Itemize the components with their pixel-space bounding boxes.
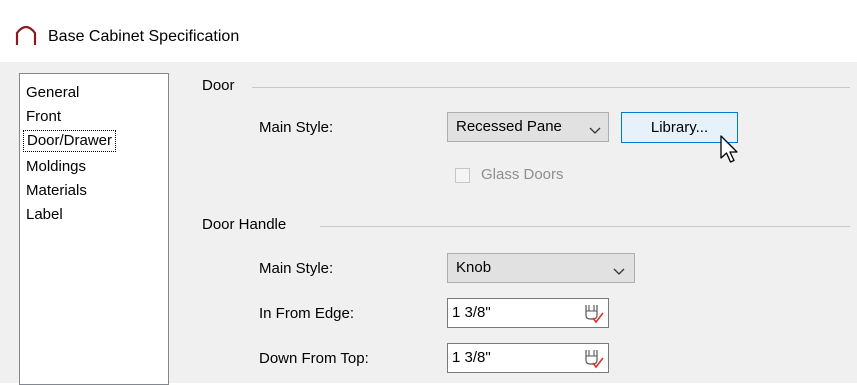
edit-value-icon[interactable] [582,347,604,373]
door-main-style-label: Main Style: [259,119,334,136]
door-main-style-dropdown[interactable]: Recessed Pane [447,112,609,142]
mouse-cursor-icon [719,134,741,170]
nav-item-label[interactable]: Label [23,204,66,226]
nav-item-materials[interactable]: Materials [23,180,90,202]
down-from-top-value: 1 3/8" [452,349,491,366]
door-handle-group-divider [320,226,850,227]
in-from-edge-label: In From Edge: [259,305,355,322]
door-handle-group-label: Door Handle [202,216,287,233]
handle-main-style-dropdown[interactable]: Knob [447,253,635,283]
dialog-body: General Front Door/Drawer Moldings Mater… [0,62,857,385]
door-main-style-value: Recessed Pane [456,118,562,135]
edit-value-icon[interactable] [582,302,604,328]
nav-item-moldings[interactable]: Moldings [23,156,89,178]
in-from-edge-value: 1 3/8" [452,304,491,321]
down-from-top-label: Down From Top: [259,350,369,367]
chevron-down-icon [589,122,601,139]
chevron-down-icon [613,263,625,280]
handle-main-style-label: Main Style: [259,260,334,277]
door-group-divider [252,87,850,88]
in-from-edge-field[interactable]: 1 3/8" [447,298,609,328]
nav-item-front[interactable]: Front [23,106,64,128]
nav-item-door-drawer[interactable]: Door/Drawer [23,130,117,152]
down-from-top-field[interactable]: 1 3/8" [447,343,609,373]
nav-item-general[interactable]: General [23,82,82,104]
glass-doors-label: Glass Doors [481,166,564,183]
handle-main-style-value: Knob [456,259,492,276]
door-group-label: Door [202,77,235,94]
glass-doors-checkbox[interactable] [455,168,470,183]
title-bar: Base Cabinet Specification [0,0,857,62]
category-list[interactable]: General Front Door/Drawer Moldings Mater… [19,73,169,385]
arch-icon [14,22,38,50]
window-title: Base Cabinet Specification [48,28,240,45]
